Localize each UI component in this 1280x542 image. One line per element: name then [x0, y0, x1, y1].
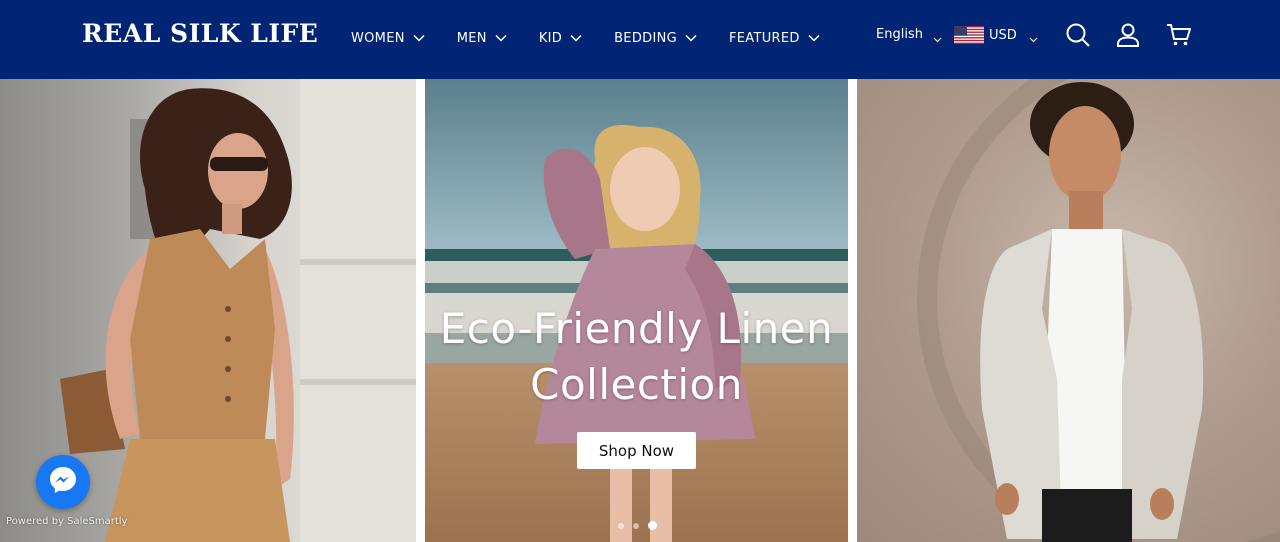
- user-icon[interactable]: [1115, 22, 1141, 48]
- hero-title-line1: Eco-Friendly Linen: [439, 304, 834, 353]
- chevron-down-icon: [1029, 32, 1038, 43]
- chevron-down-icon: [495, 34, 507, 42]
- chevron-down-icon: [685, 34, 697, 42]
- carousel-dot-3[interactable]: [648, 521, 657, 530]
- nav-item-label: MEN: [456, 30, 487, 46]
- messenger-chat-button[interactable]: [36, 455, 90, 509]
- language-selector[interactable]: English: [876, 27, 942, 42]
- carousel-dot-1[interactable]: [618, 522, 624, 529]
- shop-now-button[interactable]: Shop Now: [577, 432, 696, 469]
- hero-image-men[interactable]: [857, 79, 1280, 542]
- hero-title-line2: Collection: [530, 360, 743, 409]
- chevron-down-icon: [933, 32, 942, 42]
- chevron-down-icon: [413, 34, 425, 42]
- currency-label: USD: [989, 27, 1017, 43]
- nav-item-label: FEATURED: [728, 30, 800, 46]
- nav-item-label: WOMEN: [351, 30, 405, 46]
- us-flag-icon: [954, 26, 984, 44]
- chevron-down-icon: [808, 34, 820, 42]
- messenger-icon: [48, 465, 78, 500]
- main-nav: WOMEN MEN KID BEDDING FEATURED: [351, 28, 852, 48]
- search-icon[interactable]: [1065, 22, 1091, 48]
- nav-item-bedding[interactable]: BEDDING: [614, 31, 697, 46]
- chevron-down-icon: [570, 34, 582, 42]
- language-label: English: [876, 27, 923, 42]
- nav-item-men[interactable]: MEN: [457, 31, 507, 46]
- currency-selector[interactable]: USD: [954, 26, 1038, 44]
- nav-item-label: BEDDING: [614, 30, 677, 46]
- nav-item-featured[interactable]: FEATURED: [729, 31, 820, 46]
- powered-by-label[interactable]: Powered by SaleSmartly: [6, 516, 128, 527]
- cart-icon[interactable]: [1166, 22, 1192, 48]
- carousel-dots: [618, 521, 666, 530]
- nav-item-label: KID: [538, 30, 563, 46]
- nav-item-women[interactable]: WOMEN: [351, 31, 425, 46]
- nav-item-kid[interactable]: KID: [539, 31, 582, 46]
- hero-title: Eco-Friendly Linen Collection: [425, 301, 848, 413]
- site-header: REAL SILK LIFE WOMEN MEN KID BEDDING FEA…: [0, 0, 1280, 79]
- site-logo[interactable]: REAL SILK LIFE: [82, 19, 318, 48]
- carousel-dot-2[interactable]: [633, 522, 639, 529]
- hero-carousel: Eco-Friendly Linen Collection Shop Now P…: [0, 79, 1280, 542]
